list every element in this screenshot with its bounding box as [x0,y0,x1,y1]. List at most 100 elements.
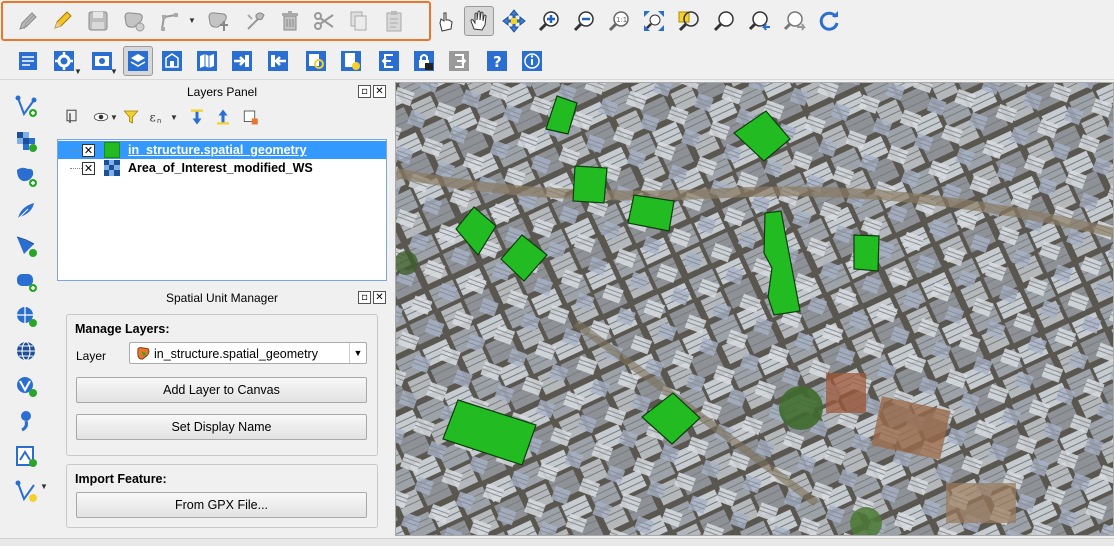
vertex-tool-icon[interactable] [242,7,270,35]
zoom-native-icon[interactable]: 1:1 [605,7,633,35]
float-panel-button[interactable]: ▫ [358,291,371,304]
chevron-down-icon[interactable]: ▼ [188,17,196,25]
import-icon[interactable] [228,47,256,75]
layer-tree[interactable]: ✕ in_structure.spatial_geometry ✕ Area_o… [57,139,387,281]
raster-icon[interactable] [12,127,40,155]
layer-visibility-checkbox[interactable]: ✕ [82,161,95,175]
svg-text:n: n [157,117,161,125]
main-toolbar: ▼ 1:1 [0,0,1114,42]
map-options-icon[interactable] [193,47,221,75]
add-vector-icon[interactable] [12,162,40,190]
filter-icon[interactable] [120,106,142,128]
wms-icon[interactable] [12,302,40,330]
toggle-editing-icon[interactable] [14,7,42,35]
digitize-icon[interactable] [12,477,40,505]
chevron-down-icon[interactable]: ▼ [74,68,82,76]
layer-select[interactable]: in_structure.spatial_geometry ▼ [129,342,367,364]
remove-layer-icon[interactable] [240,106,262,128]
forward-icon[interactable] [445,47,473,75]
pan-icon[interactable] [464,6,494,36]
close-panel-button[interactable]: ✕ [373,291,386,304]
collapse-all-icon[interactable] [212,106,234,128]
from-gpx-file-button[interactable]: From GPX File... [76,492,367,518]
expand-all-icon[interactable] [186,106,208,128]
polygon-symbol-icon [104,142,120,158]
node-tool-icon[interactable] [156,7,184,35]
zoom-last-icon[interactable] [746,7,774,35]
pan-to-selection-icon[interactable] [500,7,528,35]
export-icon[interactable] [264,47,292,75]
new-layer-icon[interactable] [12,92,40,120]
feather-icon[interactable] [12,197,40,225]
panel-title: Layers Panel [186,85,258,99]
secondary-toolbar: ▼ ▼ ? [0,42,1114,80]
chevron-down-icon[interactable]: ▼ [110,114,118,122]
svg-text:1:1: 1:1 [616,16,627,24]
layer-name: Area_of_Interest_modified_WS [128,161,313,175]
set-display-name-button[interactable]: Set Display Name [76,414,367,440]
new-project-icon[interactable] [14,47,42,75]
properties-icon[interactable] [158,47,186,75]
svg-text:?: ? [493,53,502,71]
back-icon[interactable] [375,47,403,75]
add-layer-to-canvas-button[interactable]: Add Layer to Canvas [76,377,367,403]
status-bar [0,538,1114,546]
add-shape-icon[interactable] [12,267,40,295]
panel-title: Spatial Unit Manager [165,291,279,305]
layer-select-value: in_structure.spatial_geometry [154,347,318,361]
layer-row-area-of-interest[interactable]: ✕ Area_of_Interest_modified_WS [58,159,386,177]
spatial-unit-manager-panel: Spatial Unit Manager ▫ ✕ Manage Layers: … [54,288,390,538]
aerial-imagery [396,83,1113,535]
chevron-down-icon[interactable]: ▼ [349,343,366,363]
add-polygon-icon[interactable] [12,232,40,260]
refresh-icon[interactable] [815,7,843,35]
import-feature-title: Import Feature: [75,472,167,486]
lock-icon[interactable] [410,47,438,75]
search-icon[interactable] [302,47,330,75]
close-panel-button[interactable]: ✕ [373,85,386,98]
add-feature-icon[interactable] [120,7,148,35]
manage-layers-title: Manage Layers: [75,322,170,336]
layer-label: Layer [76,349,107,363]
map-edit-icon[interactable] [12,442,40,470]
document-icon[interactable] [337,47,365,75]
curve-icon[interactable] [12,407,40,435]
cut-icon[interactable] [310,7,338,35]
import-feature-group: Import Feature: From GPX File... [66,464,378,528]
manage-layers-group: Manage Layers: Layer in_structure.spatia… [66,314,378,456]
layer-row-spatial-geometry[interactable]: ✕ in_structure.spatial_geometry [58,141,386,159]
map-canvas[interactable] [395,82,1114,536]
touch-icon[interactable] [432,7,460,35]
zoom-out-icon[interactable] [570,7,598,35]
save-edits-icon[interactable] [84,7,112,35]
info-icon[interactable] [518,47,546,75]
polygon-layer-icon [136,346,151,361]
svg-text:ε: ε [150,111,156,125]
zoom-to-selection-icon[interactable] [675,7,703,35]
layer-visibility-checkbox[interactable]: ✕ [82,143,95,157]
raster-symbol-icon [104,160,120,176]
layers-toolbar: ▼ εn ▼ [62,106,382,128]
float-panel-button[interactable]: ▫ [358,85,371,98]
pencil-icon[interactable] [48,7,76,35]
style-icon[interactable] [62,106,84,128]
move-feature-icon[interactable] [204,7,232,35]
zoom-in-icon[interactable] [535,7,563,35]
zoom-full-icon[interactable] [640,7,668,35]
delete-icon[interactable] [276,7,304,35]
paste-icon[interactable] [380,7,408,35]
vertex-edit-icon[interactable] [12,372,40,400]
layer-name: in_structure.spatial_geometry [128,143,307,157]
chevron-down-icon[interactable]: ▼ [170,114,178,122]
chevron-down-icon[interactable]: ▼ [40,483,48,491]
zoom-next-icon[interactable] [781,7,809,35]
expression-icon[interactable]: εn [146,106,168,128]
zoom-to-layer-icon[interactable] [710,7,738,35]
globe-icon[interactable] [12,337,40,365]
copy-icon[interactable] [344,7,372,35]
layers-panel-icon[interactable] [123,46,153,76]
help-icon[interactable]: ? [483,47,511,75]
eye-icon[interactable] [90,106,112,128]
chevron-down-icon[interactable]: ▼ [110,68,118,76]
layers-panel: Layers Panel ▫ ✕ ▼ εn ▼ ✕ in_structure.s… [54,82,390,286]
